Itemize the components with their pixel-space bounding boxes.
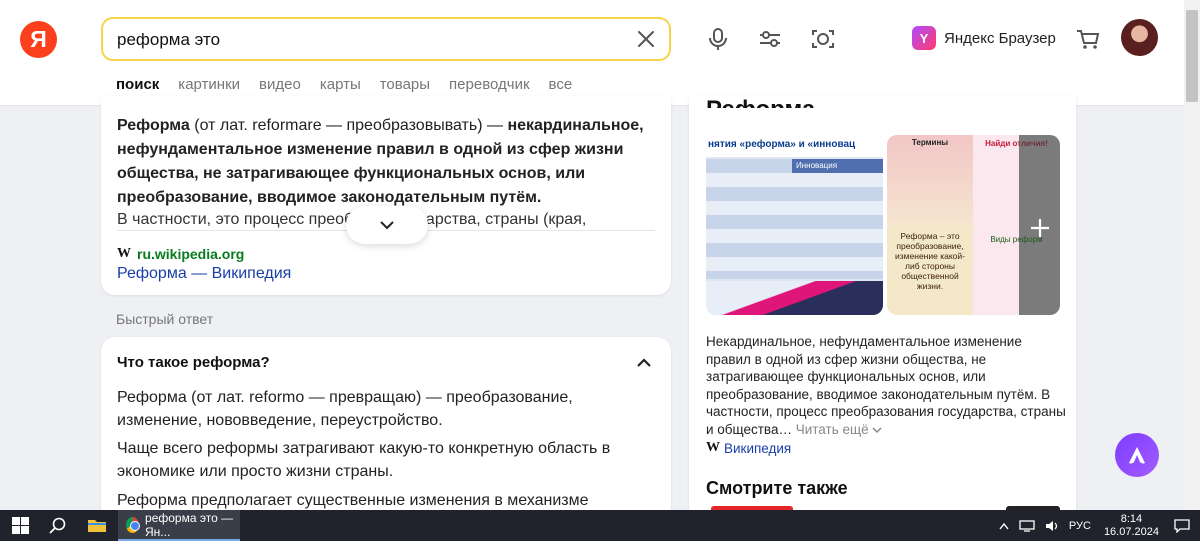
- taskbar-window-title: реформа это — Ян...: [145, 510, 234, 539]
- alice-assistant-button[interactable]: [1115, 433, 1159, 477]
- filters-icon[interactable]: [757, 26, 783, 52]
- tab-images[interactable]: картинки: [178, 76, 240, 93]
- image-1-footer: [706, 281, 883, 315]
- plus-icon[interactable]: [1029, 217, 1051, 239]
- read-more-label: Читать ещё: [795, 421, 869, 437]
- faq-paragraph-1: Реформа (от лат. reformo — превращаю) — …: [117, 389, 573, 429]
- tab-products[interactable]: товары: [380, 76, 430, 93]
- yandex-browser-icon: Y: [912, 26, 936, 50]
- notifications-icon[interactable]: [1174, 518, 1190, 533]
- tab-all[interactable]: все: [549, 76, 573, 93]
- tab-video[interactable]: видео: [259, 76, 301, 93]
- read-more-link[interactable]: Читать ещё: [796, 422, 883, 437]
- clear-icon[interactable]: [635, 28, 657, 50]
- browser-link-label: Яндекс Браузер: [944, 29, 1056, 47]
- scrollbar[interactable]: [1184, 0, 1200, 510]
- wikipedia-icon: W: [117, 246, 131, 261]
- taskbar-chrome-window[interactable]: реформа это — Ян...: [118, 510, 240, 541]
- tab-maps[interactable]: карты: [320, 76, 361, 93]
- language-indicator[interactable]: РУС: [1069, 520, 1091, 532]
- file-explorer-icon[interactable]: [88, 518, 106, 532]
- microphone-icon[interactable]: [705, 26, 731, 52]
- windows-start-icon[interactable]: [12, 517, 29, 534]
- image-1-column-header: Инновация: [792, 159, 883, 173]
- source-line[interactable]: W ru.wikipedia.org: [117, 246, 244, 262]
- faq-paragraph-3: Реформа предполагает существенные измене…: [117, 492, 589, 509]
- header: Я реформа это Y Яндекс Браузер поиск кар…: [0, 0, 1184, 106]
- browser-icon-letter: Y: [919, 30, 929, 46]
- system-tray: РУС 8:14 16.07.2024: [994, 510, 1200, 541]
- definition-origin: (от лат. reformare — преобразовывать) —: [189, 117, 508, 134]
- cart-icon[interactable]: [1075, 26, 1101, 52]
- camera-search-icon[interactable]: [810, 26, 836, 52]
- quick-answer-label: Быстрый ответ: [116, 311, 214, 327]
- faq-paragraph-2: Чаще всего реформы затрагивают какую-то …: [117, 440, 611, 480]
- chrome-icon: [126, 516, 141, 533]
- taskbar: реформа это — Ян... РУС 8:14 16.07.2024: [0, 510, 1200, 541]
- image-2-caption: Реформа – это преобразование, изменение …: [895, 231, 965, 291]
- yandex-browser-link[interactable]: Y Яндекс Браузер: [912, 26, 1056, 50]
- knowledge-source-link[interactable]: W Википедия: [706, 440, 791, 456]
- source-domain[interactable]: ru.wikipedia.org: [137, 246, 244, 262]
- yandex-logo[interactable]: Я: [20, 21, 57, 58]
- image-thumbnail-1[interactable]: нятия «реформа» и «инновац Инновация: [706, 135, 883, 315]
- chevron-down-icon: [380, 221, 394, 230]
- knowledge-panel: Реформа нятия «реформа» и «инновац Иннов…: [689, 96, 1076, 536]
- image-thumbnail-3[interactable]: Найди отличия! Виды реформ: [973, 135, 1060, 315]
- tab-search[interactable]: поиск: [116, 76, 159, 93]
- clock-time: 8:14: [1120, 512, 1143, 525]
- image-2-top: [887, 135, 973, 225]
- knowledge-description-text: Некардинальное, нефундаментальное измене…: [706, 334, 1066, 437]
- see-also-heading: Смотрите также: [706, 478, 848, 498]
- definition-term: Реформа: [117, 117, 190, 134]
- tab-translator[interactable]: переводчик: [449, 76, 529, 93]
- clock[interactable]: 8:14 16.07.2024: [1104, 513, 1159, 539]
- search-tabs: поиск картинки видео карты товары перево…: [116, 76, 591, 93]
- knowledge-description: Некардинальное, нефундаментальное измене…: [706, 333, 1066, 438]
- alice-icon: [1129, 447, 1145, 464]
- faq-question[interactable]: Что такое реформа?: [117, 354, 270, 371]
- logo-letter: Я: [30, 26, 47, 52]
- scrollbar-thumb[interactable]: [1186, 10, 1198, 102]
- chevron-up-icon[interactable]: [635, 355, 653, 369]
- wikipedia-result-card: Реформа (от лат. reformare — преобразовы…: [101, 96, 671, 295]
- network-icon[interactable]: [1019, 519, 1035, 532]
- image-thumbnail-2[interactable]: Термины Реформа – это преобразование, из…: [887, 135, 973, 315]
- search-box[interactable]: реформа это: [101, 17, 671, 61]
- search-input[interactable]: реформа это: [117, 30, 220, 50]
- chevron-up-icon[interactable]: [999, 522, 1009, 530]
- image-1-title: нятия «реформа» и «инновац: [706, 135, 883, 157]
- knowledge-title: Реформа: [706, 90, 815, 108]
- wikipedia-icon: W: [706, 440, 720, 455]
- faq-card: Что такое реформа? Реформа (от лат. refo…: [101, 337, 671, 527]
- knowledge-source-label: Википедия: [724, 440, 792, 456]
- taskbar-search-icon[interactable]: [49, 517, 67, 535]
- image-1-table: [706, 159, 883, 279]
- expand-button[interactable]: [346, 206, 428, 244]
- image-2-heading: Термины: [911, 138, 949, 147]
- definition-text: Реформа (от лат. reformare — преобразовы…: [117, 114, 652, 210]
- chevron-down-icon: [872, 426, 882, 433]
- image-3-left: [973, 135, 1019, 315]
- clock-date: 16.07.2024: [1103, 525, 1159, 538]
- result-title-link[interactable]: Реформа — Википедия: [117, 265, 291, 283]
- avatar[interactable]: [1121, 19, 1158, 56]
- volume-icon[interactable]: [1045, 520, 1059, 532]
